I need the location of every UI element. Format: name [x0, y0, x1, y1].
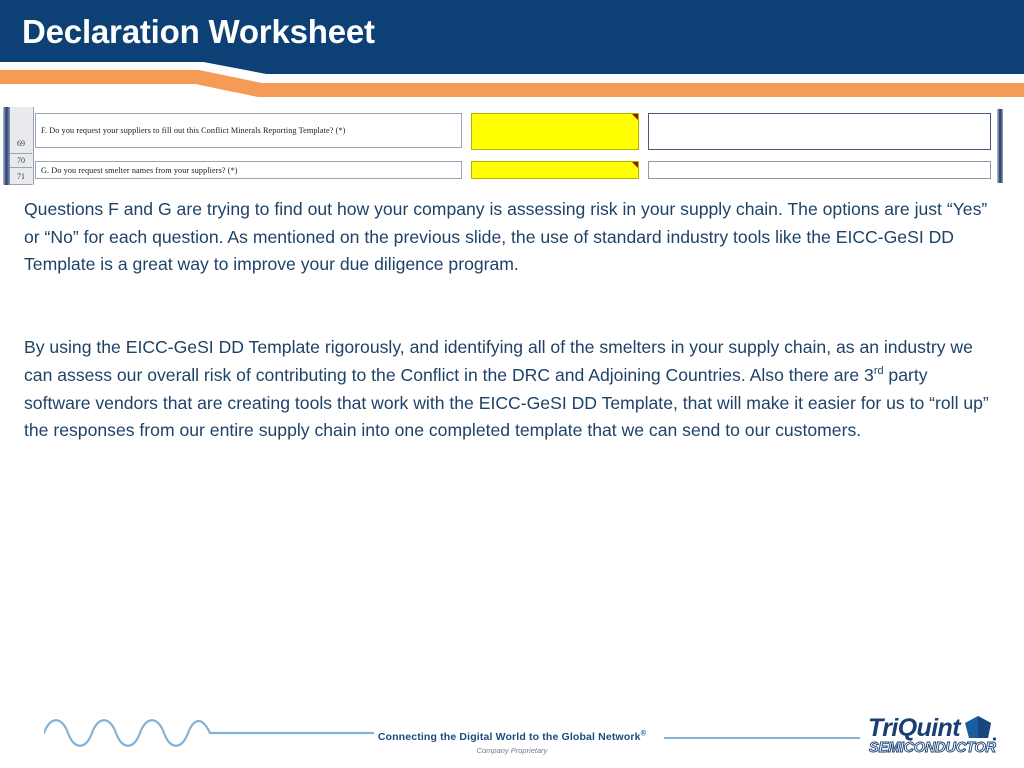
answer-cell-f[interactable]: [471, 113, 639, 150]
slide-header: Declaration Worksheet: [0, 0, 1024, 102]
scrollbar-right[interactable]: [997, 109, 1003, 183]
row-number-71[interactable]: 71: [10, 168, 32, 185]
answer-cell-g[interactable]: [471, 161, 639, 179]
comment-indicator-icon: [632, 162, 638, 168]
body-paragraph-2: By using the EICC-GeSI DD Template rigor…: [24, 334, 996, 445]
comment-indicator-icon: [632, 114, 638, 120]
logo-sub-wordmark: SEMICONDUCTOR: [869, 740, 997, 757]
spreadsheet-screenshot: 69 70 71 F. Do you request your supplier…: [0, 107, 1024, 185]
footer-tagline-text: Connecting the Digital World to the Glob…: [377, 731, 641, 743]
registered-trademark-icon: ®: [640, 728, 647, 738]
question-cell-g[interactable]: G. Do you request smelter names from you…: [35, 161, 462, 179]
row-number-70[interactable]: 70: [10, 154, 32, 168]
row-number-69[interactable]: 69: [10, 107, 32, 154]
body-paragraph-2-lead: By using the EICC-GeSI DD Template rigor…: [24, 337, 973, 385]
page-title: Declaration Worksheet: [22, 13, 375, 50]
note-cell-f[interactable]: [648, 113, 991, 150]
slide-body-text: Questions F and G are trying to find out…: [24, 196, 996, 445]
triquint-logo: TriQuint SEMICONDUCTOR: [868, 714, 1000, 760]
scrollbar-left[interactable]: [3, 107, 10, 185]
note-cell-g[interactable]: [648, 161, 991, 179]
ordinal-suffix: rd: [873, 364, 884, 377]
pentagon-mark-icon: [965, 716, 997, 741]
body-paragraph-1: Questions F and G are trying to find out…: [24, 199, 988, 275]
question-cell-f[interactable]: F. Do you request your suppliers to fill…: [35, 113, 462, 148]
logo-wordmark: TriQuint: [868, 714, 961, 742]
